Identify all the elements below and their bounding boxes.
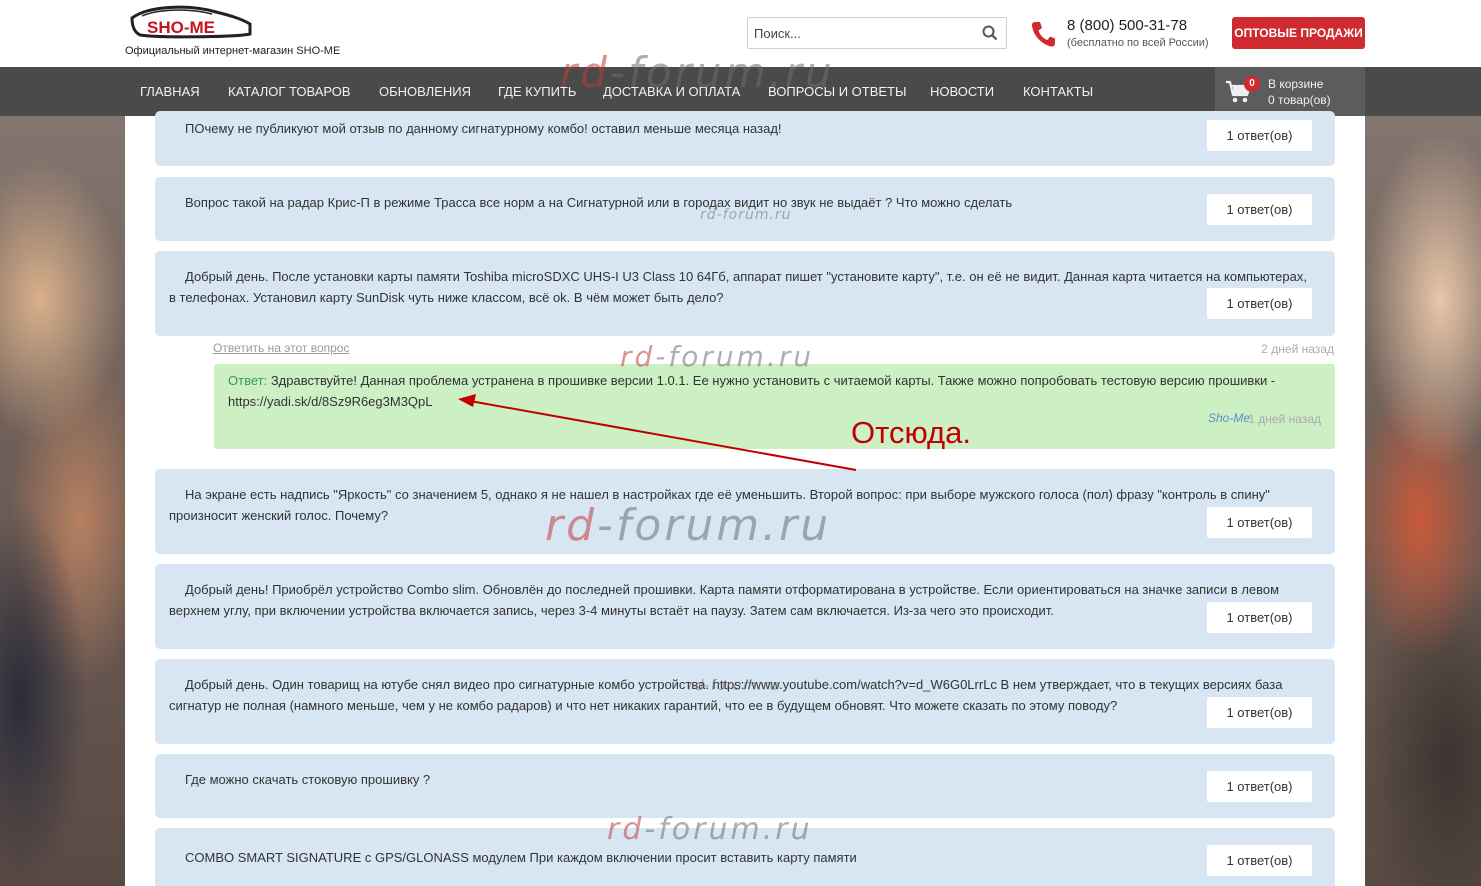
phone-number[interactable]: 8 (800) 500-31-78 — [1067, 17, 1187, 34]
question-item[interactable]: COMBO SMART SIGNATURE с GPS/GLONASS моду… — [155, 828, 1335, 886]
answer-body: Здравствуйте! Данная проблема устранена … — [228, 373, 1276, 409]
nav-item-home[interactable]: ГЛАВНАЯ — [140, 67, 200, 116]
nav-item-news[interactable]: НОВОСТИ — [930, 67, 994, 116]
cart-items-count: 0 товар(ов) — [1268, 93, 1331, 107]
nav-item-catalog[interactable]: КАТАЛОГ ТОВАРОВ — [228, 67, 351, 116]
question-item[interactable]: Добрый день! Приобрёл устройство Combo s… — [155, 564, 1335, 649]
question-item[interactable]: Добрый день. После установки карты памят… — [155, 251, 1335, 336]
answer-text: Ответ: Здравствуйте! Данная проблема уст… — [228, 370, 1318, 412]
cart-button[interactable]: 0 В корзине 0 товар(ов) — [1215, 67, 1365, 116]
cart-count-badge: 0 — [1244, 76, 1260, 92]
site-header: SHO-ME Официальный интернет-магазин SHO-… — [0, 0, 1481, 67]
search-input[interactable] — [748, 18, 973, 48]
annotation-label: Отсюда. — [851, 415, 971, 450]
nav-item-where-to-buy[interactable]: ГДЕ КУПИТЬ — [498, 67, 576, 116]
nav-item-updates[interactable]: ОБНОВЛЕНИЯ — [379, 67, 471, 116]
answer-block: Ответ: Здравствуйте! Данная проблема уст… — [214, 364, 1335, 449]
question-text: Добрый день. После установки карты памят… — [169, 269, 1307, 305]
site-tagline: Официальный интернет-магазин SHO-ME — [125, 45, 341, 57]
question-item[interactable]: ПОчему не публикуют мой отзыв по данному… — [155, 111, 1335, 166]
answer-date: 1 дней назад — [1248, 412, 1321, 426]
question-text: Где можно скачать стоковую прошивку ? — [185, 772, 431, 787]
answers-count-button[interactable]: 1 ответ(ов) — [1207, 507, 1312, 538]
question-date: 2 дней назад — [1261, 342, 1334, 356]
cart-label: В корзине — [1268, 77, 1324, 91]
question-item[interactable]: Где можно скачать стоковую прошивку ? 1 … — [155, 754, 1335, 818]
logo-text: SHO-ME — [147, 18, 215, 37]
reply-to-question-link[interactable]: Ответить на этот вопрос — [213, 341, 349, 355]
nav-item-contacts[interactable]: КОНТАКТЫ — [1023, 67, 1093, 116]
answers-count-button[interactable]: 1 ответ(ов) — [1207, 288, 1312, 319]
search-box — [747, 17, 1007, 49]
question-item[interactable]: Добрый день. Один товарищ на ютубе снял … — [155, 659, 1335, 744]
phone-icon — [1030, 20, 1056, 48]
answer-prefix: Ответ: — [228, 373, 268, 388]
logo[interactable]: SHO-ME — [128, 4, 258, 44]
answer-author: Sho-Me — [1207, 411, 1250, 425]
phone-note: (бесплатно по всей России) — [1067, 37, 1209, 49]
answers-count-button[interactable]: 1 ответ(ов) — [1207, 845, 1312, 876]
answers-count-button[interactable]: 1 ответ(ов) — [1207, 602, 1312, 633]
search-icon[interactable] — [982, 25, 998, 41]
question-item[interactable]: На экране есть надпись "Яркость" со знач… — [155, 469, 1335, 554]
wholesale-button[interactable]: ОПТОВЫЕ ПРОДАЖИ — [1232, 17, 1365, 49]
nav-item-delivery[interactable]: ДОСТАВКА И ОПЛАТА — [603, 67, 740, 116]
question-text: На экране есть надпись "Яркость" со знач… — [169, 487, 1270, 523]
answers-count-button[interactable]: 1 ответ(ов) — [1207, 120, 1312, 151]
faq-content: ПОчему не публикуют мой отзыв по данному… — [125, 111, 1365, 886]
question-text: Добрый день! Приобрёл устройство Combo s… — [169, 582, 1280, 618]
answers-count-button[interactable]: 1 ответ(ов) — [1207, 697, 1312, 728]
question-item[interactable]: Вопрос такой на радар Крис-П в режиме Тр… — [155, 177, 1335, 241]
question-text: COMBO SMART SIGNATURE с GPS/GLONASS моду… — [185, 850, 857, 865]
question-text: Добрый день. Один товарищ на ютубе снял … — [169, 677, 1283, 713]
question-text: Вопрос такой на радар Крис-П в режиме Тр… — [185, 195, 1013, 210]
answers-count-button[interactable]: 1 ответ(ов) — [1207, 771, 1312, 802]
question-text: ПОчему не публикуют мой отзыв по данному… — [185, 121, 782, 136]
answers-count-button[interactable]: 1 ответ(ов) — [1207, 194, 1312, 225]
nav-item-faq[interactable]: ВОПРОСЫ И ОТВЕТЫ — [768, 67, 907, 116]
